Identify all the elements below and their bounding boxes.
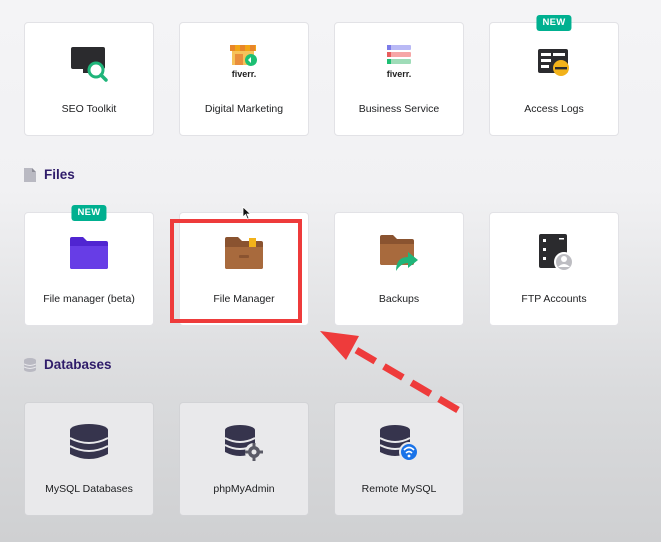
databases-section-title: Databases: [24, 357, 112, 372]
seo-toolkit-card[interactable]: SEO Toolkit: [24, 22, 154, 136]
file-manager-label: File Manager: [213, 293, 275, 305]
business-service-label: Business Service: [358, 103, 440, 115]
access-logs-label: Access Logs: [524, 103, 584, 115]
backups-card[interactable]: Backups: [334, 212, 464, 326]
business-service-card[interactable]: fiverr. Business Service: [334, 22, 464, 136]
ftp-server-icon: [490, 231, 618, 275]
remote-mysql-label: Remote MySQL: [361, 483, 437, 495]
file-icon: [24, 167, 36, 182]
access-logs-icon: [490, 41, 618, 85]
mouse-cursor-icon: [242, 206, 252, 220]
fiverr-marketing-icon: fiverr.: [180, 41, 308, 85]
fiverr-logo-text: fiverr.: [387, 69, 412, 79]
remote-mysql-card[interactable]: Remote MySQL: [334, 402, 464, 516]
database-small-icon: [24, 357, 36, 372]
purple-folder-icon: [25, 231, 153, 275]
new-badge: NEW: [536, 15, 572, 31]
database-wifi-icon: [335, 421, 463, 465]
mysql-databases-label: MySQL Databases: [45, 483, 133, 495]
brown-folder-icon: [180, 231, 308, 275]
ftp-accounts-card[interactable]: FTP Accounts: [489, 212, 619, 326]
file-manager-beta-card[interactable]: NEW File manager (beta): [24, 205, 154, 326]
backup-folder-icon: [335, 231, 463, 275]
files-title-text: Files: [44, 167, 75, 182]
fiverr-logo-text: fiverr.: [232, 69, 257, 79]
phpmyadmin-label: phpMyAdmin: [213, 483, 275, 495]
files-section-title: Files: [24, 167, 75, 182]
database-icon: [25, 421, 153, 465]
database-gear-icon: [180, 421, 308, 465]
seo-toolkit-label: SEO Toolkit: [61, 103, 117, 115]
mysql-databases-card[interactable]: MySQL Databases: [24, 402, 154, 516]
digital-marketing-card[interactable]: fiverr. Digital Marketing: [179, 22, 309, 136]
backups-label: Backups: [378, 293, 420, 305]
fiverr-business-icon: fiverr.: [335, 41, 463, 85]
digital-marketing-label: Digital Marketing: [204, 103, 284, 115]
seo-toolkit-icon: [25, 41, 153, 85]
ftp-accounts-label: FTP Accounts: [521, 293, 587, 305]
new-badge: NEW: [71, 205, 107, 221]
access-logs-card[interactable]: NEW Access Logs: [489, 15, 619, 136]
file-manager-beta-label: File manager (beta): [43, 293, 135, 305]
file-manager-card[interactable]: File Manager: [179, 212, 309, 326]
phpmyadmin-card[interactable]: phpMyAdmin: [179, 402, 309, 516]
databases-title-text: Databases: [44, 357, 112, 372]
